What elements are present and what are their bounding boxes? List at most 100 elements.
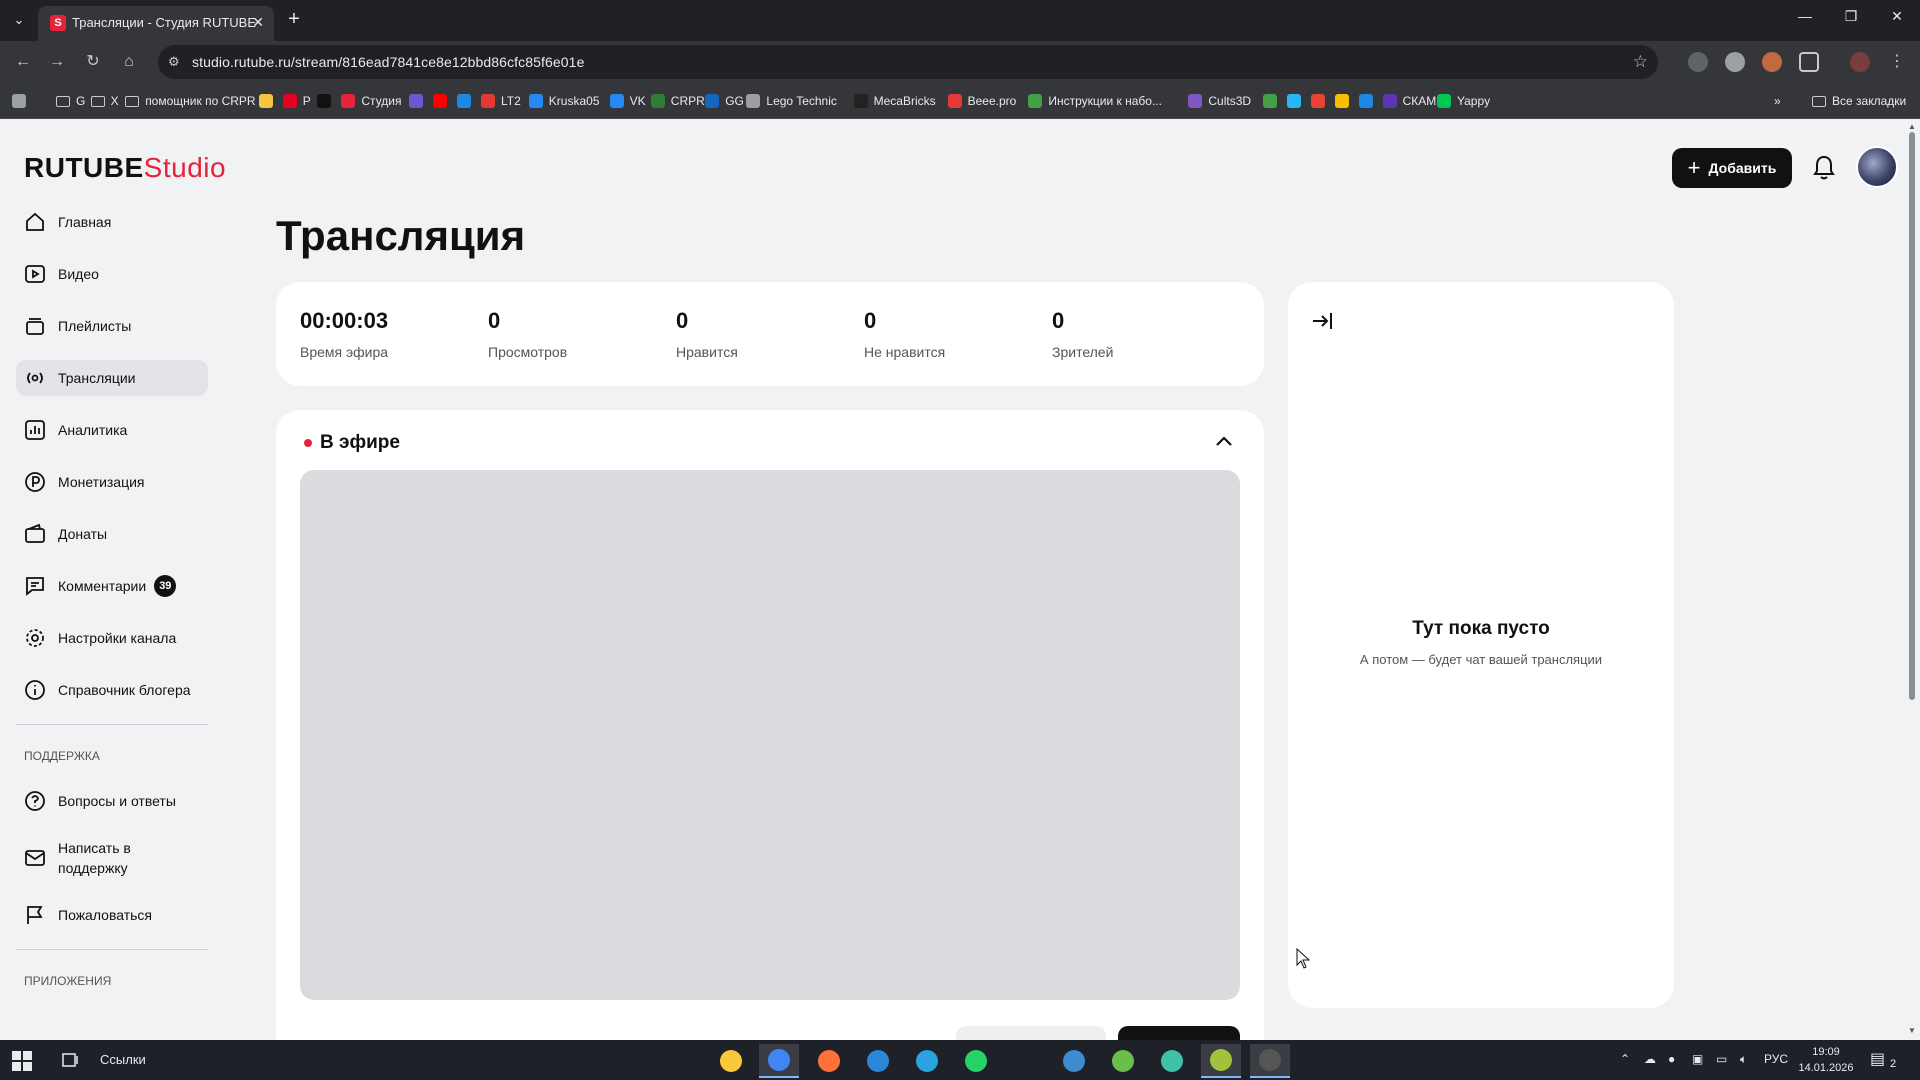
tab-close-icon[interactable]: ✕ (252, 14, 264, 31)
stream-player[interactable] (300, 470, 1240, 1000)
collapse-chat-icon[interactable] (1310, 308, 1336, 334)
bookmark-item[interactable]: MecaBricks (853, 92, 936, 110)
back-icon[interactable]: ← (12, 51, 34, 73)
sidebar-item[interactable]: Видео (16, 256, 208, 292)
shield-app-icon[interactable] (1152, 1044, 1192, 1078)
scroll-thumb[interactable] (1909, 132, 1915, 700)
bookmark-item[interactable]: Студия (341, 92, 402, 110)
address-bar[interactable]: ⚙ studio.rutube.ru/stream/816ead7841ce8e… (158, 45, 1658, 79)
volume-icon[interactable]: 🔈︎ (1740, 1052, 1747, 1067)
forward-icon[interactable]: → (46, 51, 68, 73)
sidebar-item[interactable]: Плейлисты (16, 308, 208, 344)
globe-extension-icon[interactable] (1725, 52, 1745, 72)
display-icon[interactable]: ▣ (1692, 1052, 1703, 1066)
game-app-icon[interactable] (1201, 1044, 1241, 1078)
bookmark-item[interactable] (433, 92, 453, 110)
minimize-icon[interactable]: — (1790, 8, 1820, 24)
add-button[interactable]: + Добавить (1672, 148, 1792, 188)
firefox-icon[interactable] (809, 1044, 849, 1078)
sidebar-item[interactable]: Донаты (16, 516, 208, 552)
bookmark-item[interactable] (1262, 92, 1283, 110)
file-explorer-icon[interactable] (711, 1044, 751, 1078)
chevron-up-icon[interactable] (1212, 430, 1236, 454)
chrome-icon[interactable] (759, 1044, 799, 1078)
browser-tab-active[interactable]: S Трансляции - Студия RUTUBE ✕ (38, 6, 274, 41)
app-glyph (1210, 1049, 1232, 1071)
sidebar-item[interactable]: Комментарии 39 (16, 568, 208, 604)
apps-grid-icon[interactable] (12, 92, 32, 110)
bookmark-item[interactable] (1358, 92, 1379, 110)
reload-icon[interactable]: ↻ (82, 51, 104, 73)
sidebar-item[interactable]: Справочник блогера (16, 672, 208, 708)
bookmark-item[interactable]: GG (705, 92, 744, 110)
scroll-up-icon[interactable]: ▲ (1907, 122, 1917, 132)
bookmark-item[interactable]: P (282, 92, 311, 110)
support-item[interactable]: Написать в поддержку (16, 835, 208, 881)
language-indicator[interactable]: РУС (1764, 1052, 1788, 1066)
secondary-button[interactable] (956, 1026, 1106, 1040)
bookmark-item[interactable]: СКАМ (1382, 92, 1436, 110)
whatsapp-icon[interactable] (956, 1044, 996, 1078)
task-view-icon[interactable] (62, 1051, 80, 1069)
windows-start-icon[interactable] (12, 1051, 32, 1071)
close-window-icon[interactable]: ✕ (1882, 8, 1912, 25)
notifications-bell-icon[interactable] (1812, 154, 1836, 182)
obs-icon[interactable] (1250, 1044, 1290, 1078)
extension-dots-icon[interactable] (1688, 52, 1708, 72)
network-icon[interactable]: ▭ (1716, 1052, 1727, 1066)
bookmark-item[interactable]: LT2 (481, 92, 521, 110)
bookmark-item[interactable] (1286, 92, 1307, 110)
cloud-icon[interactable]: ☁ (1644, 1052, 1656, 1066)
bookmark-item[interactable] (457, 92, 477, 110)
profile-avatar-icon[interactable] (1850, 52, 1870, 72)
bookmark-item[interactable]: X (90, 92, 119, 110)
bookmark-item[interactable] (409, 92, 429, 110)
bookmark-item[interactable] (1310, 92, 1331, 110)
sidebar-item[interactable]: Трансляции (16, 360, 208, 396)
telegram-icon[interactable] (907, 1044, 947, 1078)
bookmark-item[interactable]: CRPR (650, 92, 705, 110)
system-clock[interactable]: 19:09 14.01.2026 (1796, 1044, 1856, 1076)
support-item[interactable]: Вопросы и ответы (16, 783, 208, 819)
tab-search-icon[interactable]: ⌄ (6, 8, 32, 32)
bookmark-item[interactable]: Lego Technic (746, 92, 837, 110)
browser-menu-icon[interactable]: ⋮ (1886, 51, 1908, 73)
arrow-app-icon[interactable] (1103, 1044, 1143, 1078)
support-item[interactable]: Пожаловаться (16, 897, 208, 933)
more-bookmarks-icon[interactable]: » (1774, 92, 1781, 110)
sidebar-item[interactable]: Главная (16, 204, 208, 240)
taskbar-links-toolbar[interactable]: Ссылки (100, 1052, 146, 1067)
tray-overflow-icon[interactable]: ⌃ (1620, 1052, 1630, 1066)
notifications-center-icon[interactable]: ▤ (1870, 1049, 1885, 1069)
microphone-icon[interactable]: ● (1668, 1052, 1675, 1066)
home-browser-icon[interactable]: ⌂ (118, 51, 140, 73)
scroll-down-icon[interactable]: ▼ (1907, 1026, 1917, 1036)
bookmark-item[interactable]: Beee.pro (947, 92, 1016, 110)
bookmark-item[interactable]: Cults3D (1188, 92, 1251, 110)
user-avatar[interactable] (1856, 146, 1898, 188)
bookmark-item[interactable]: Yappy (1437, 92, 1490, 110)
bookmark-item[interactable] (258, 92, 279, 110)
site-info-icon[interactable]: ⚙ (168, 54, 180, 70)
new-tab-icon[interactable]: + (282, 8, 306, 32)
sidebar-item[interactable]: Монетизация (16, 464, 208, 500)
bookmark-item[interactable]: Инструкции к набо... (1028, 92, 1162, 110)
rutube-studio-logo[interactable]: RUTUBEStudio (24, 152, 226, 184)
bookmark-item[interactable]: Kruska05 (528, 92, 600, 110)
sidebar-item[interactable]: Аналитика (16, 412, 208, 448)
bookmark-star-icon[interactable]: ☆ (1633, 52, 1648, 72)
all-bookmarks[interactable]: Все закладки (1812, 92, 1906, 110)
store-icon[interactable] (858, 1044, 898, 1078)
bookmark-item[interactable]: VK (609, 92, 646, 110)
primary-button[interactable] (1118, 1026, 1240, 1040)
page-scrollbar[interactable]: ▲ ▼ (1904, 120, 1920, 1040)
puzzle-extensions-icon[interactable] (1799, 52, 1819, 72)
restore-icon[interactable]: ❐ (1836, 8, 1866, 25)
bookmark-item[interactable] (1334, 92, 1355, 110)
bookmark-item[interactable]: G (56, 92, 85, 110)
extension-icon[interactable] (1762, 52, 1782, 72)
bookmark-item[interactable]: помощник по CRPR (125, 92, 256, 110)
bookmark-item[interactable] (317, 92, 337, 110)
sidebar-item[interactable]: Настройки канала (16, 620, 208, 656)
app-c-icon[interactable] (1054, 1044, 1094, 1078)
